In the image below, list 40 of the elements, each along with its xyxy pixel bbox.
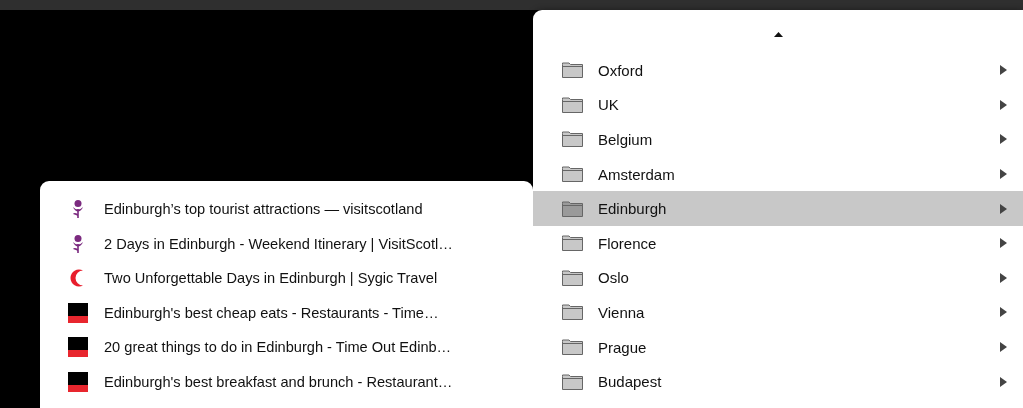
submenu-arrow-icon [1000, 342, 1007, 353]
folder-item[interactable]: Oxford [533, 53, 1023, 88]
bookmark-link[interactable]: Two Unforgettable Days in Edinburgh | Sygic Travel [104, 270, 438, 287]
submenu-arrow-icon [1000, 134, 1007, 145]
folder-item[interactable]: Belgium [533, 122, 1023, 157]
folder-icon [562, 62, 583, 79]
folder-icon [562, 373, 583, 390]
bookmark-link[interactable]: Edinburgh's best cheap eats - Restaurants - Time… [104, 304, 439, 321]
bookmark-link[interactable]: Edinburgh's best breakfast and brunch - Restaurant… [104, 373, 453, 390]
logo-icon [68, 302, 88, 323]
submenu-arrow-icon [1000, 376, 1007, 387]
folder-icon [562, 339, 583, 356]
folder-item[interactable]: Vienna [533, 295, 1023, 330]
submenu-arrow-icon [1000, 203, 1007, 214]
submenu-arrow-icon [1000, 65, 1007, 76]
bookmark-link[interactable]: Edinburgh’s top tourist attractions — visitscotland [104, 201, 423, 218]
folder-icon [562, 96, 583, 113]
folder-item[interactable]: Amsterdam [533, 156, 1023, 192]
logo-icon [68, 337, 88, 358]
submenu-arrow-icon [1000, 238, 1007, 249]
submenu-arrow-icon [1000, 99, 1007, 110]
folder-item[interactable]: Edinburgh [533, 191, 1023, 226]
folder-icon [562, 269, 583, 286]
folder-icon [562, 131, 583, 148]
logo-icon [68, 371, 88, 392]
submenu-arrow-icon [1000, 169, 1007, 180]
folder-icon [562, 304, 583, 321]
folder-icon [562, 235, 583, 252]
bookmark-link[interactable]: 2 Days in Edinburgh - Weekend Itinerary | VisitScotl… [104, 235, 453, 252]
folder-item[interactable]: Budapest [533, 364, 1023, 399]
folder-item[interactable]: Prague [533, 329, 1023, 365]
folder-item[interactable]: UK [533, 87, 1023, 123]
bookmark-link[interactable]: 20 great things to do in Edinburgh - Time Out Edinb… [104, 339, 452, 356]
folder-item[interactable]: Florence [533, 225, 1023, 261]
submenu-arrow-icon [1000, 272, 1007, 283]
folder-item[interactable]: Oslo [533, 260, 1023, 296]
folder-icon [562, 166, 583, 183]
folder-icon [562, 200, 583, 217]
submenu-arrow-icon [1000, 307, 1007, 318]
scroll-up-icon[interactable] [773, 32, 783, 37]
